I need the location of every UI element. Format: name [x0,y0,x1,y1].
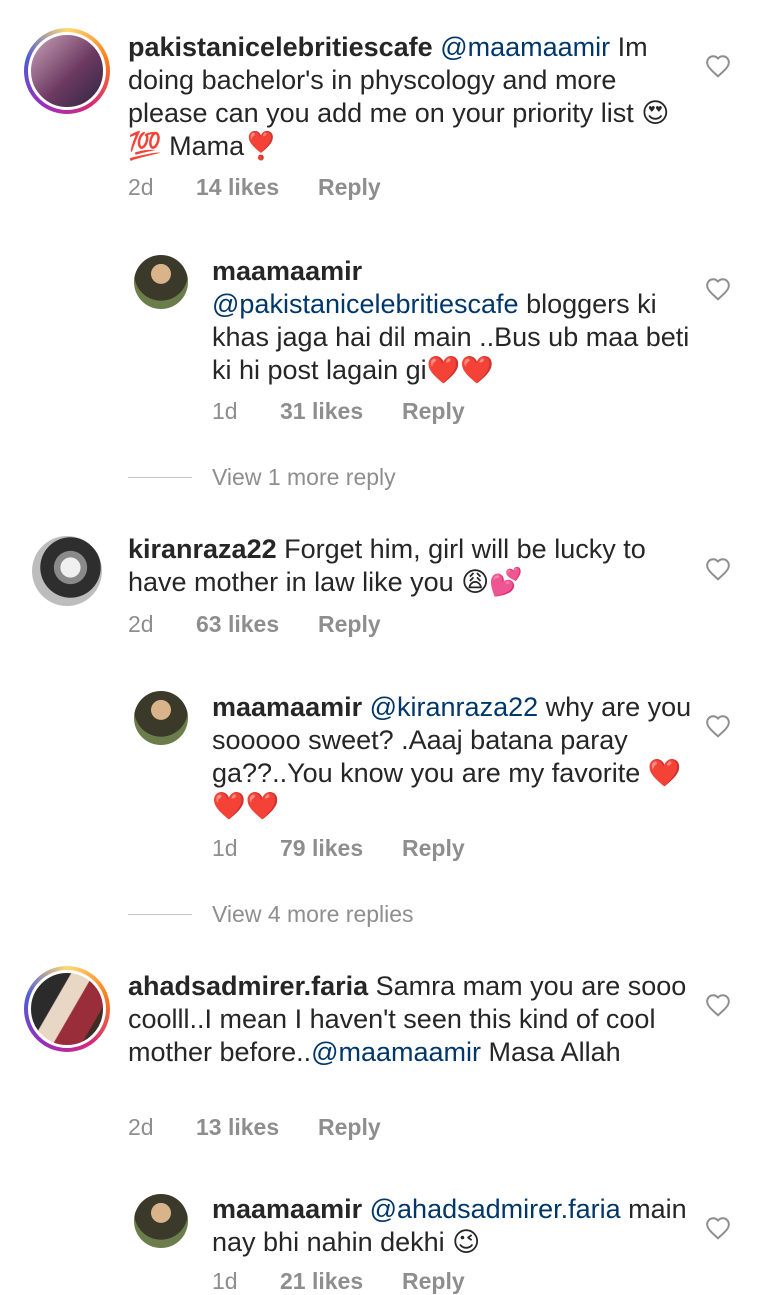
reply-button[interactable]: Reply [402,1268,465,1295]
likes-count[interactable]: 31 likes [280,398,402,425]
reply-button[interactable]: Reply [318,174,381,201]
comment-text: pakistanicelebritiescafe @maamaamir Im d… [128,31,688,163]
likes-count[interactable]: 13 likes [196,1114,318,1141]
username[interactable]: maamaamir [212,1194,362,1224]
avatar-icon[interactable] [24,28,110,114]
likes-count[interactable]: 14 likes [196,174,318,201]
mention-link[interactable]: @maamaamir [440,32,610,62]
view-more-label[interactable]: View 1 more reply [212,464,396,491]
avatar-icon[interactable] [24,966,110,1052]
mention-link[interactable]: @maamaamir [311,1037,481,1067]
timestamp: 2d [128,611,154,637]
divider [128,477,192,478]
comment-text: kiranraza22 Forget him, girl will be luc… [128,533,688,599]
comment-text: ahadsadmirer.faria Samra mam you are soo… [128,970,688,1069]
comment-text: maamaamir @ahadsadmirer.faria main nay b… [212,1193,692,1259]
reply-button[interactable]: Reply [402,398,465,425]
username[interactable]: maamaamir [212,692,362,722]
heart-icon[interactable] [705,277,731,301]
reply-button[interactable]: Reply [318,611,381,638]
timestamp: 2d [128,1114,154,1140]
timestamp: 1d [212,398,238,424]
view-more-label[interactable]: View 4 more replies [212,901,414,928]
view-more-replies[interactable]: View 4 more replies [128,901,414,928]
reply-button[interactable]: Reply [402,835,465,862]
reply-button[interactable]: Reply [318,1114,381,1141]
likes-count[interactable]: 21 likes [280,1268,402,1295]
username[interactable]: maamaamir [212,256,362,286]
avatar-icon[interactable] [32,536,102,606]
heart-icon[interactable] [705,993,731,1017]
mention-link[interactable]: @pakistanicelebritiescafe [212,289,519,319]
view-more-replies[interactable]: View 1 more reply [128,464,396,491]
comment-meta: 2d 14 likes Reply [128,174,381,201]
mention-link[interactable]: @ahadsadmirer.faria [370,1194,621,1224]
comment-text: maamaamir @pakistanicelebritiescafe blogg… [212,255,692,387]
timestamp: 1d [212,1268,238,1294]
comment-meta: 2d 13 likes Reply [128,1114,381,1141]
divider [128,914,192,915]
comment-body-end: Masa Allah [481,1037,621,1067]
mention-link[interactable]: @kiranraza22 [370,692,539,722]
heart-icon[interactable] [705,714,731,738]
username[interactable]: ahadsadmirer.faria [128,971,368,1001]
comment-text: maamaamir @kiranraza22 why are you soooo… [212,691,692,823]
username[interactable]: pakistanicelebritiescafe [128,32,433,62]
comment-meta: 1d 79 likes Reply [212,835,465,862]
comment-meta: 1d 21 likes Reply [212,1268,465,1295]
timestamp: 1d [212,835,238,861]
likes-count[interactable]: 79 likes [280,835,402,862]
username[interactable]: kiranraza22 [128,534,277,564]
comment-meta: 2d 63 likes Reply [128,611,381,638]
timestamp: 2d [128,174,154,200]
comment-meta: 1d 31 likes Reply [212,398,465,425]
heart-icon[interactable] [705,54,731,78]
likes-count[interactable]: 63 likes [196,611,318,638]
avatar-icon[interactable] [134,691,188,745]
heart-icon[interactable] [705,1216,731,1240]
avatar-icon[interactable] [134,255,188,309]
heart-icon[interactable] [705,557,731,581]
avatar-icon[interactable] [134,1194,188,1248]
